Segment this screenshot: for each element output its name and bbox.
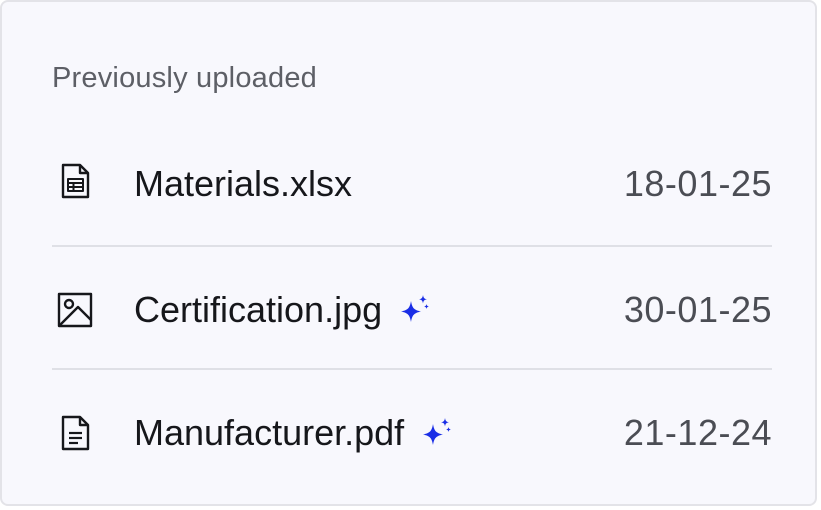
document-file-icon [56, 414, 94, 452]
file-date: 18-01-25 [623, 163, 772, 204]
file-date: 30-01-25 [623, 289, 772, 330]
file-name-wrap: Manufacturer.pdf [134, 411, 454, 455]
ai-sparkle-icon [398, 293, 432, 327]
previously-uploaded-card: Previously uploaded Materials.xlsx 18-01… [0, 0, 817, 506]
file-name[interactable]: Materials.xlsx [134, 162, 352, 206]
file-name[interactable]: Certification.jpg [134, 288, 382, 332]
file-date: 21-12-24 [623, 412, 772, 453]
image-file-icon [56, 291, 94, 329]
file-row-manufacturer[interactable]: Manufacturer.pdf 21-12-24 [52, 368, 772, 491]
file-name[interactable]: Manufacturer.pdf [134, 411, 404, 455]
section-title: Previously uploaded [52, 62, 317, 94]
file-name-wrap: Certification.jpg [134, 288, 432, 332]
file-row-certification[interactable]: Certification.jpg 30-01-25 [52, 245, 772, 368]
file-row-materials[interactable]: Materials.xlsx 18-01-25 [52, 122, 772, 245]
file-list: Materials.xlsx 18-01-25 Certification.jp… [52, 122, 772, 491]
spreadsheet-file-icon [56, 162, 94, 200]
file-name-wrap: Materials.xlsx [134, 162, 352, 206]
ai-sparkle-icon [420, 416, 454, 450]
